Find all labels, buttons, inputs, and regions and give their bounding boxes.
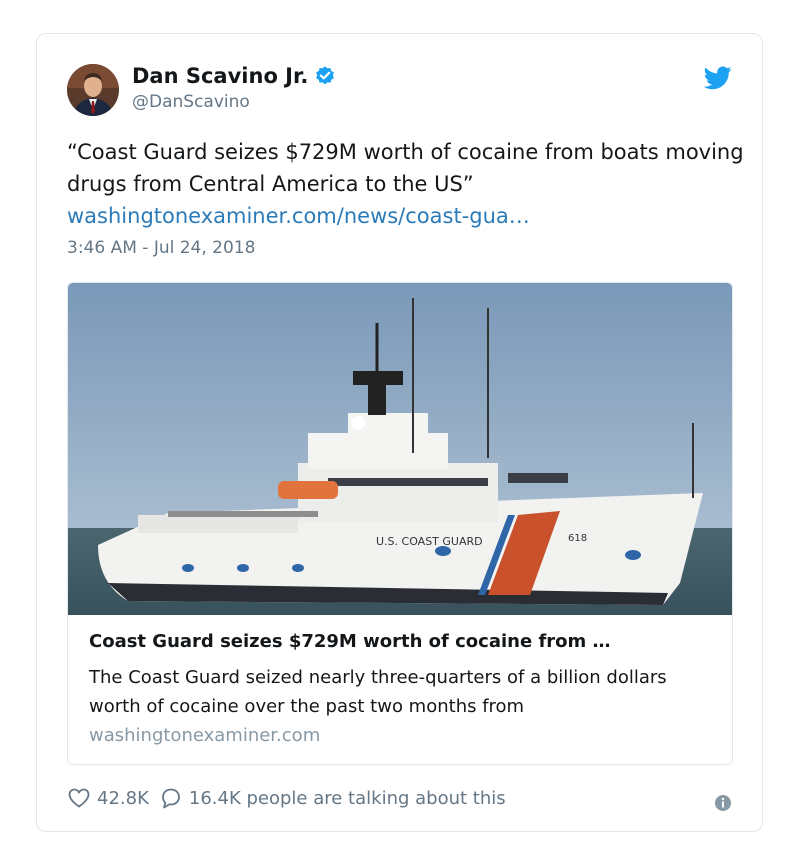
- card-description: The Coast Guard seized nearly three-quar…: [89, 667, 667, 717]
- hull-text: U.S. COAST GUARD: [376, 535, 483, 548]
- twitter-bird-icon[interactable]: [704, 66, 732, 90]
- embedded-tweet: Dan Scavino Jr. @DanScavino “Coast Guard…: [36, 33, 763, 832]
- verified-badge-icon: [316, 66, 335, 85]
- coast-guard-cutter-photo-icon: U.S. COAST GUARD 618: [68, 283, 732, 615]
- card-title[interactable]: Coast Guard seizes $729M worth of cocain…: [89, 631, 714, 652]
- talking-count: 16.4K people are talking about this: [188, 787, 506, 809]
- reply-bubble-icon: [161, 788, 180, 809]
- card-domain: washingtonexaminer.com: [89, 725, 321, 746]
- author-handle[interactable]: @DanScavino: [132, 92, 250, 112]
- like-button[interactable]: 42.8K: [67, 786, 149, 810]
- tweet-body: “Coast Guard seizes $729M worth of cocai…: [67, 136, 747, 232]
- tweet-link[interactable]: washingtonexaminer.com/news/coast-gua…: [67, 200, 747, 232]
- avatar[interactable]: [67, 64, 119, 116]
- conversation-button[interactable]: 16.4K people are talking about this: [159, 786, 506, 810]
- tweet-timestamp[interactable]: 3:46 AM - Jul 24, 2018: [67, 238, 255, 258]
- info-icon[interactable]: [714, 794, 732, 812]
- hull-number: 618: [568, 533, 587, 544]
- like-count: 42.8K: [97, 787, 149, 809]
- author-name-row[interactable]: Dan Scavino Jr.: [132, 64, 336, 88]
- link-card[interactable]: U.S. COAST GUARD 618 Coast Guard seizes …: [67, 282, 733, 765]
- tweet-text: “Coast Guard seizes $729M worth of cocai…: [67, 140, 744, 196]
- tweet-actions: 42.8K 16.4K people are talking about thi…: [67, 786, 506, 810]
- author-name[interactable]: Dan Scavino Jr.: [132, 64, 308, 88]
- heart-icon: [68, 788, 90, 808]
- profile-photo-icon: [67, 64, 119, 116]
